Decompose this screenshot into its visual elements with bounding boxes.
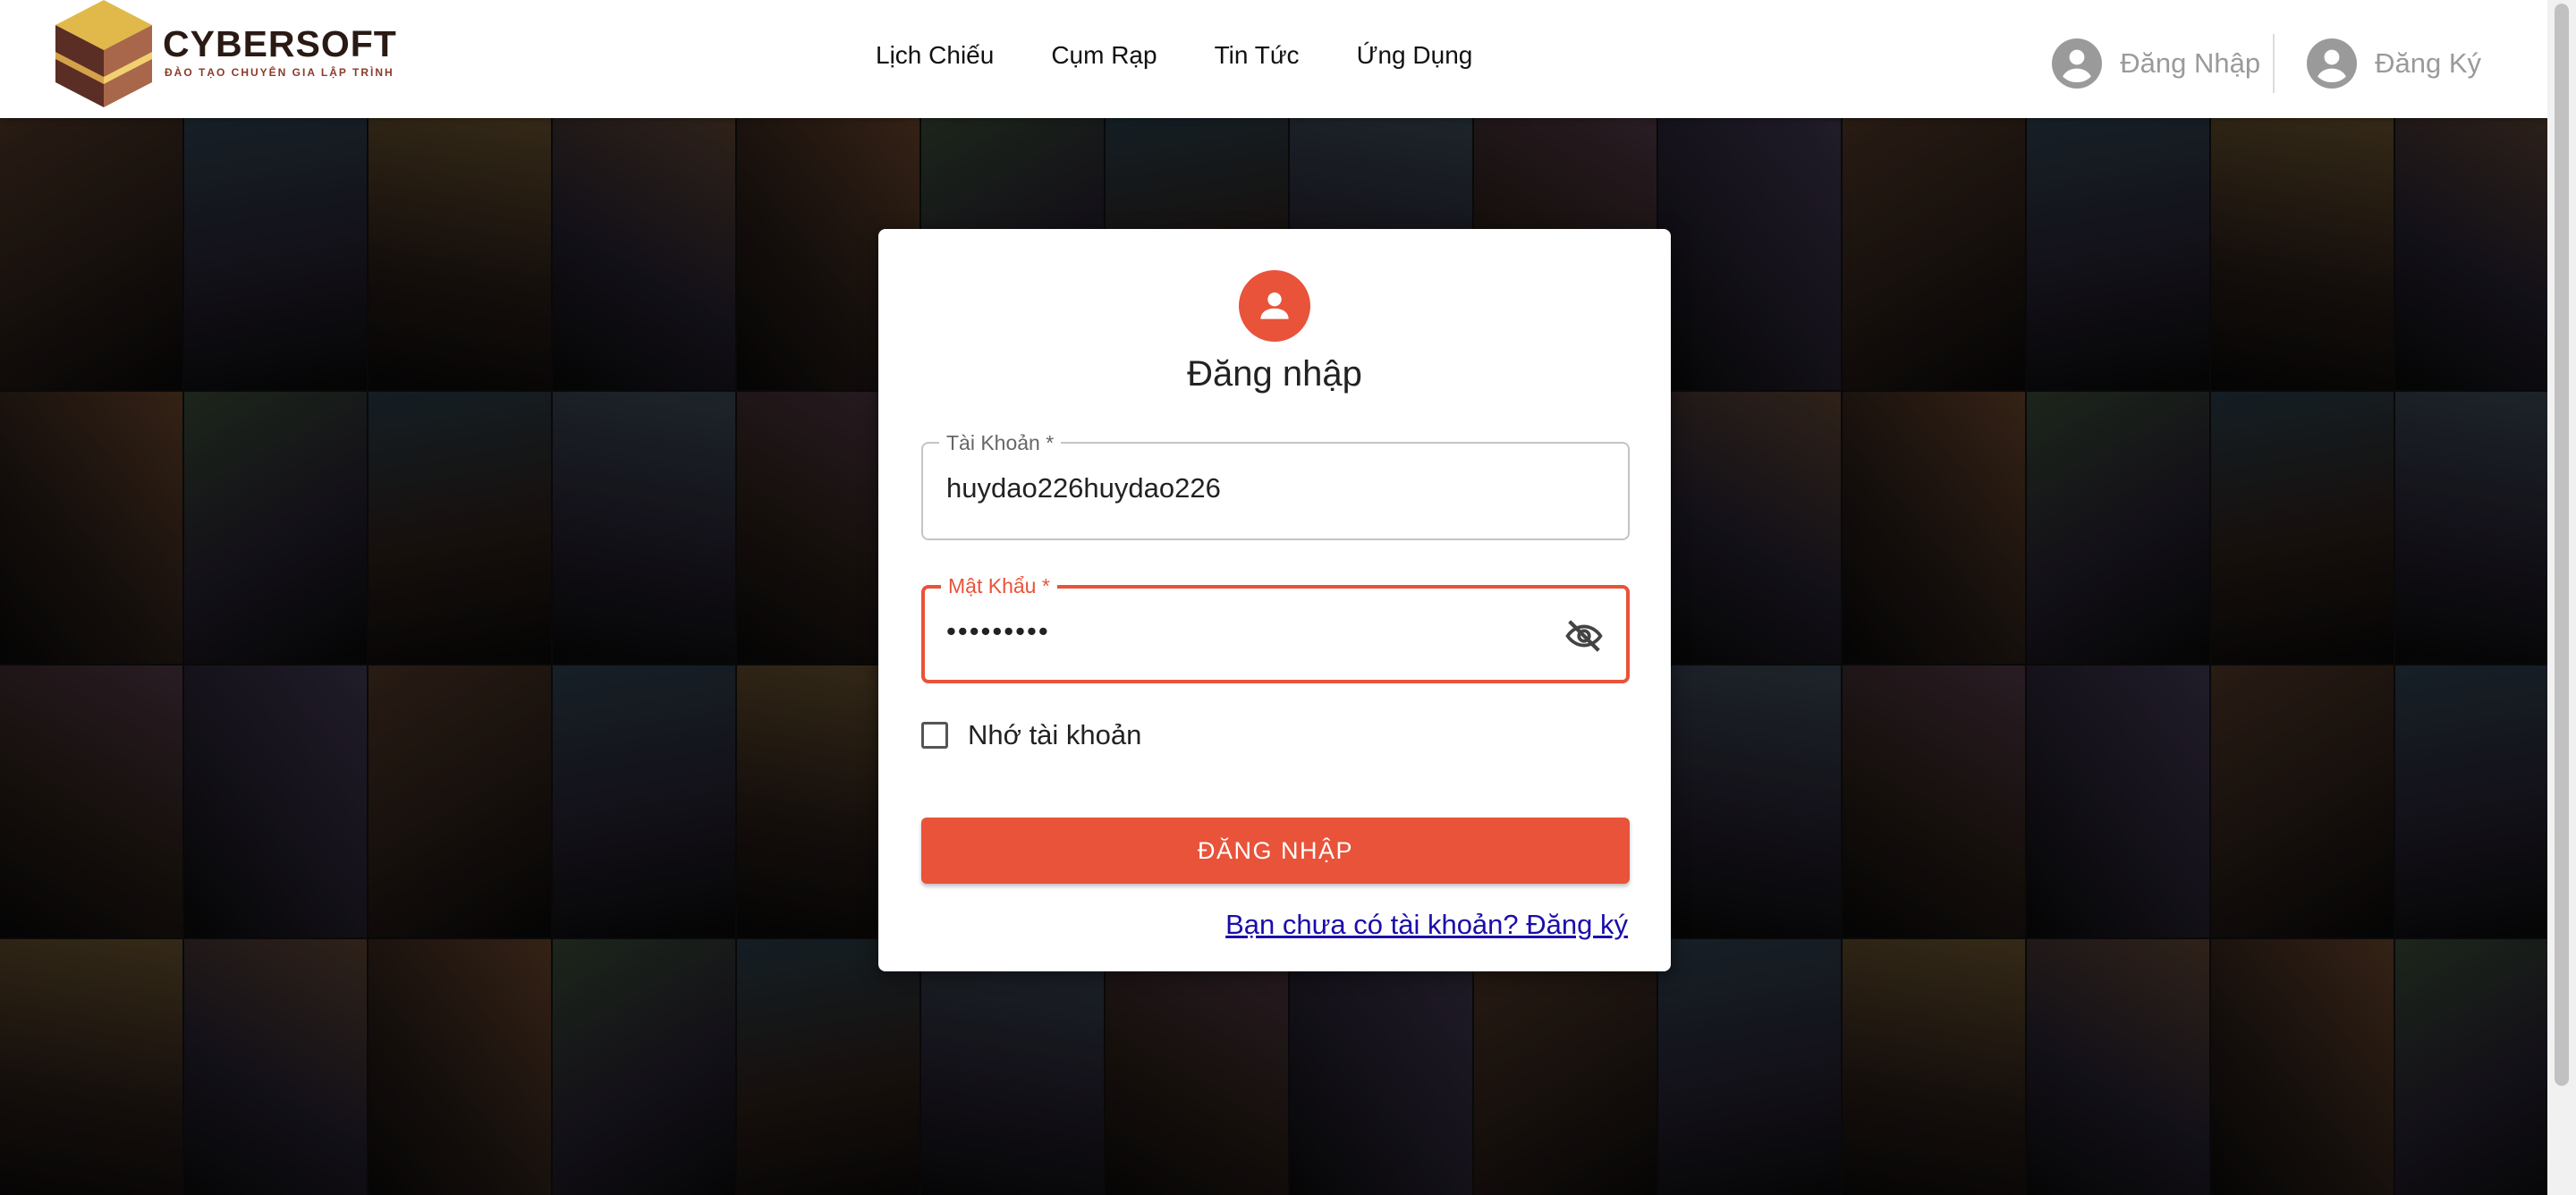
header-login-link[interactable]: Đăng Nhập (2052, 38, 2260, 89)
header-register-label: Đăng Ký (2375, 47, 2481, 79)
eye-off-icon (1565, 620, 1603, 652)
account-circle-icon (2307, 38, 2358, 89)
password-field: Mật Khẩu * (921, 574, 1630, 683)
main-nav: Lịch Chiếu Cụm Rạp Tin Tức Ứng Dụng (876, 41, 1472, 70)
top-navbar: CYBERSOFT ĐÀO TẠO CHUYÊN GIA LẬP TRÌNH L… (0, 0, 2547, 118)
password-input[interactable] (946, 615, 1572, 648)
login-submit-button[interactable]: ĐĂNG NHẬP (921, 818, 1630, 884)
logo[interactable]: CYBERSOFT ĐÀO TẠO CHUYÊN GIA LẬP TRÌNH (48, 0, 424, 111)
password-visibility-toggle[interactable] (1562, 614, 1606, 658)
scrollbar-thumb[interactable] (2555, 4, 2569, 1086)
username-input[interactable] (946, 472, 1572, 504)
signup-link[interactable]: Bạn chưa có tài khoản? Đăng ký (1225, 909, 1628, 941)
nav-item-ung-dung[interactable]: Ứng Dụng (1357, 41, 1473, 70)
remember-me[interactable]: Nhớ tài khoản (921, 719, 1141, 751)
brand-name: CYBERSOFT (163, 23, 397, 64)
auth-divider (2273, 34, 2275, 93)
cube-logo-icon (55, 0, 152, 107)
brand-tagline: ĐÀO TẠO CHUYÊN GIA LẬP TRÌNH (165, 66, 394, 79)
username-label: Tài Khoản * (939, 431, 1062, 455)
nav-item-tin-tuc[interactable]: Tin Tức (1215, 41, 1300, 70)
username-field: Tài Khoản * (921, 431, 1630, 540)
password-label: Mật Khẩu * (941, 574, 1057, 598)
account-circle-icon (2052, 38, 2103, 89)
scrollbar[interactable] (2547, 0, 2576, 1195)
nav-item-lich-chieu[interactable]: Lịch Chiếu (876, 41, 994, 70)
login-title: Đăng nhập (1187, 354, 1362, 394)
header-login-label: Đăng Nhập (2120, 47, 2261, 79)
remember-checkbox[interactable] (921, 722, 948, 749)
nav-item-cum-rap[interactable]: Cụm Rạp (1051, 41, 1157, 70)
login-card: Đăng nhập Tài Khoản * Mật Khẩu * Nhớ tài… (878, 229, 1671, 971)
header-register-link[interactable]: Đăng Ký (2307, 38, 2481, 89)
person-icon (1239, 270, 1310, 342)
remember-label: Nhớ tài khoản (968, 719, 1142, 750)
auth-links: Đăng Nhập Đăng Ký (2052, 34, 2481, 93)
